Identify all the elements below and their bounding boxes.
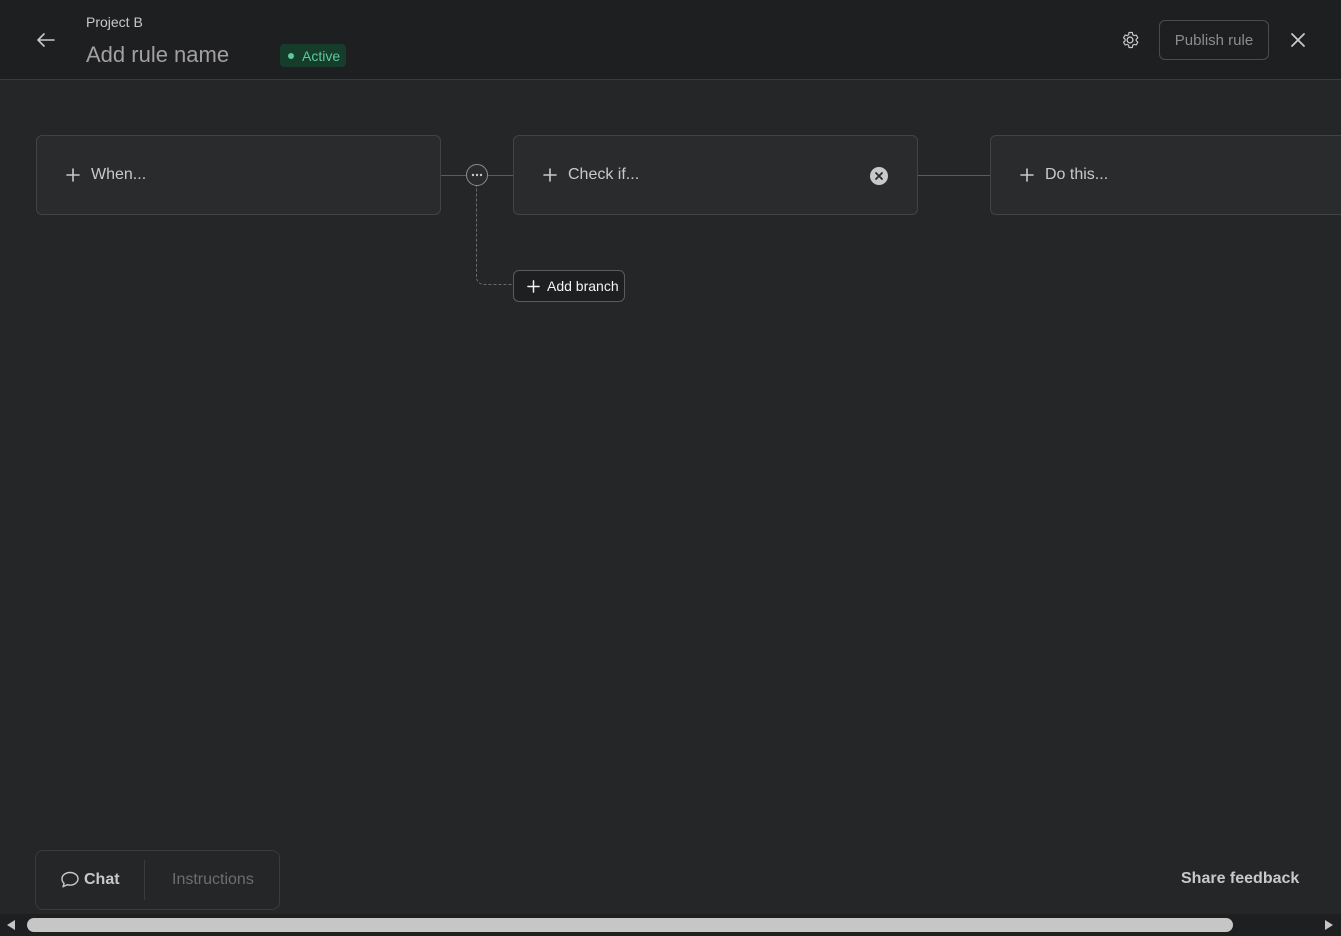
publish-rule-button[interactable]: Publish rule: [1159, 20, 1269, 60]
ellipsis-icon: [471, 173, 483, 177]
close-button[interactable]: [1286, 28, 1310, 52]
project-name[interactable]: Project B: [86, 14, 143, 30]
remove-condition-button[interactable]: [870, 167, 888, 185]
horizontal-scrollbar[interactable]: [0, 914, 1341, 936]
gear-icon: [1122, 31, 1139, 49]
back-button[interactable]: [32, 26, 60, 54]
tab-divider: [144, 860, 145, 900]
plus-icon: [1019, 167, 1035, 183]
tab-instructions[interactable]: Instructions: [172, 871, 254, 889]
condition-label: Check if...: [568, 166, 640, 183]
tab-chat[interactable]: Chat: [60, 871, 144, 889]
tab-chat-label: Chat: [84, 871, 120, 888]
trigger-label: When...: [91, 166, 147, 183]
settings-button[interactable]: [1118, 28, 1142, 52]
add-branch-label: Add branch: [547, 278, 619, 294]
close-icon: [1291, 33, 1305, 47]
action-node[interactable]: Do this...: [990, 135, 1341, 215]
top-bar: Project B Add rule name Active Publish r…: [0, 0, 1341, 80]
plus-icon: [526, 279, 540, 293]
condition-node[interactable]: Check if...: [513, 135, 918, 215]
bottom-tab-panel: Chat Instructions: [35, 850, 280, 910]
status-dot: [288, 52, 294, 59]
scroll-right-arrow-icon[interactable]: [1322, 918, 1336, 932]
status-label: Active: [302, 47, 341, 64]
trigger-node[interactable]: When...: [36, 135, 441, 215]
rule-name-input[interactable]: Add rule name: [86, 42, 229, 68]
action-label: Do this...: [1045, 166, 1109, 183]
arrow-left-icon: [37, 33, 55, 47]
more-options-button[interactable]: [466, 164, 488, 186]
share-feedback-link[interactable]: Share feedback: [1181, 870, 1299, 888]
plus-icon: [542, 167, 558, 183]
branch-connector: [476, 186, 512, 285]
status-badge: Active: [280, 44, 347, 67]
speech-bubble-icon: [61, 871, 79, 888]
x-circle-icon: [875, 172, 883, 180]
plus-icon: [65, 167, 81, 183]
add-branch-button[interactable]: Add branch: [513, 270, 625, 302]
connector-line: [918, 175, 990, 176]
scroll-left-arrow-icon[interactable]: [4, 918, 18, 932]
scrollbar-thumb[interactable]: [27, 918, 1233, 932]
